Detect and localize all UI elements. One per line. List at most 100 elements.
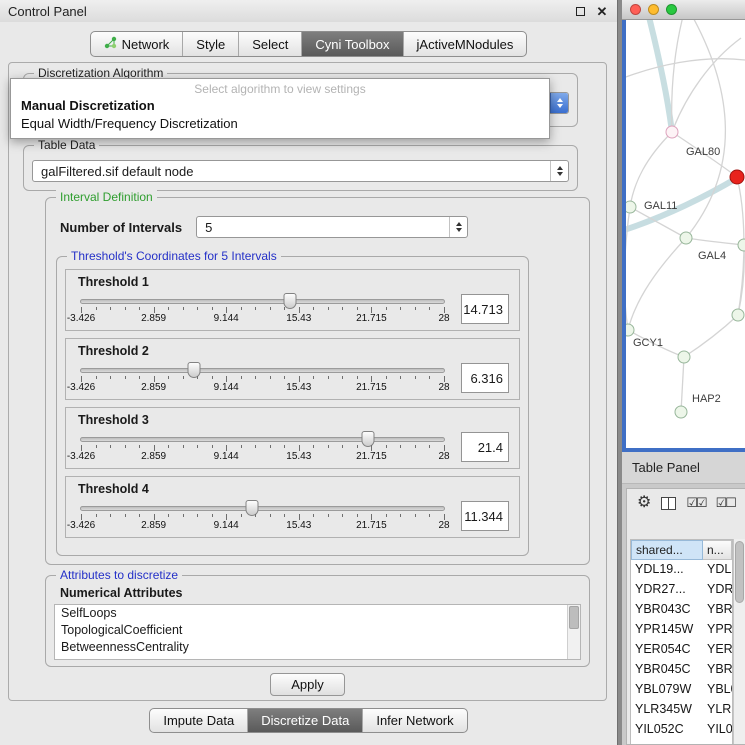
network-node[interactable] (675, 406, 688, 419)
cell[interactable]: YBR045C (631, 660, 703, 680)
threshold-1-panel: Threshold 1 -3.4262.8599.14415.4321.7152… (65, 269, 520, 331)
network-node[interactable] (622, 324, 635, 337)
cell[interactable]: YDR2 (703, 580, 732, 600)
cell[interactable]: YER054C (631, 640, 703, 660)
tab-jactivemnodules[interactable]: jActiveMNodules (404, 32, 527, 56)
tick-mark (125, 445, 126, 448)
threshold-2-slider[interactable]: -3.4262.8599.14415.4321.71528 (78, 360, 447, 396)
dropdown-option-equal-width-frequency[interactable]: Equal Width/Frequency Discretization (11, 115, 549, 133)
tick-mark (255, 307, 256, 310)
cell[interactable]: YPR145W (631, 620, 703, 640)
scrollbar-thumb[interactable] (735, 541, 744, 603)
network-node[interactable] (678, 351, 691, 364)
table-row[interactable]: YPR145WYPR1 (631, 620, 732, 640)
zoom-traffic-light-icon[interactable] (666, 4, 677, 15)
network-node[interactable] (624, 201, 637, 214)
tab-impute-data[interactable]: Impute Data (150, 709, 248, 732)
slider-track[interactable] (80, 299, 445, 304)
column-header-shared-name[interactable]: shared... (631, 540, 703, 560)
cell[interactable]: YBR043C (631, 600, 703, 620)
network-node[interactable] (666, 126, 679, 139)
group-title: Interval Definition (56, 190, 157, 204)
tab-infer-network[interactable]: Infer Network (363, 709, 466, 732)
threshold-3-slider[interactable]: -3.4262.8599.14415.4321.71528 (78, 429, 447, 465)
cell[interactable]: YLR3 (703, 700, 732, 720)
tab-discretize-data[interactable]: Discretize Data (248, 709, 363, 732)
cell[interactable]: YBR0 (703, 660, 732, 680)
cell[interactable]: YIL052C (631, 720, 703, 740)
slider-track[interactable] (80, 506, 445, 511)
tick-mark (386, 445, 387, 448)
close-traffic-light-icon[interactable] (630, 4, 641, 15)
cell[interactable]: YIL0 (703, 720, 732, 740)
select-all-checkboxes-icon[interactable]: ☑☑ (686, 495, 705, 511)
network-node[interactable] (680, 232, 693, 245)
slider-track[interactable] (80, 368, 445, 373)
combo-stepper-icon[interactable] (449, 217, 467, 237)
cell[interactable]: YBR0 (703, 600, 732, 620)
network-node-label: GAL80 (686, 146, 720, 158)
threshold-value-field[interactable]: 21.4 (461, 432, 509, 462)
list-item[interactable]: TopologicalCoefficient (55, 622, 580, 639)
close-icon[interactable]: ✕ (595, 4, 609, 18)
tab-style[interactable]: Style (183, 32, 239, 56)
network-canvas[interactable]: GAL80GAL11GAL4GCY1HAP2 (626, 20, 745, 448)
threshold-value-field[interactable]: 11.344 (461, 501, 509, 531)
threshold-value-field[interactable]: 14.713 (461, 294, 509, 324)
cell[interactable]: YDL1 (703, 560, 732, 580)
list-item[interactable]: SelfLoops (55, 605, 580, 622)
table-row[interactable]: YDR27...YDR2 (631, 580, 732, 600)
minimize-traffic-light-icon[interactable] (648, 4, 659, 15)
cell[interactable]: YER0 (703, 640, 732, 660)
table-row[interactable]: YER054CYER0 (631, 640, 732, 660)
table-scrollbar[interactable] (733, 539, 745, 744)
table-row[interactable]: YDL19...YDL1 (631, 560, 732, 580)
tick-mark (183, 445, 184, 448)
slider-track[interactable] (80, 437, 445, 442)
threshold-value-field[interactable]: 6.316 (461, 363, 509, 393)
float-window-icon[interactable] (573, 4, 587, 18)
table-data-combobox[interactable]: galFiltered.sif default node (32, 160, 569, 182)
table-row[interactable]: YIL052CYIL0 (631, 720, 732, 740)
cell[interactable]: YBL079W (631, 680, 703, 700)
network-node[interactable] (732, 309, 745, 322)
tick-mark (415, 307, 416, 310)
combo-stepper-icon[interactable] (550, 161, 568, 181)
apply-button[interactable]: Apply (270, 673, 345, 696)
column-header-name[interactable]: n... (703, 540, 732, 560)
tab-label: Impute Data (163, 713, 234, 728)
tick-mark (183, 514, 184, 517)
list-item[interactable]: BetweennessCentrality (55, 639, 580, 656)
gear-icon[interactable]: ⚙ (637, 495, 651, 511)
table-row[interactable]: YBR043CYBR0 (631, 600, 732, 620)
list-scrollbar[interactable] (567, 605, 580, 659)
network-node[interactable] (730, 170, 745, 185)
tab-network[interactable]: Network (91, 32, 184, 56)
table-row[interactable]: YBR045CYBR0 (631, 660, 732, 680)
tab-select[interactable]: Select (239, 32, 302, 56)
tab-label: jActiveMNodules (417, 37, 514, 52)
threshold-4-slider[interactable]: -3.4262.8599.14415.4321.71528 (78, 498, 447, 534)
table-row[interactable]: YBL079WYBL0 (631, 680, 732, 700)
scrollbar-thumb[interactable] (569, 606, 579, 629)
numerical-attributes-label: Numerical Attributes (60, 586, 182, 600)
tick-mark (342, 445, 343, 448)
select-some-checkboxes-icon[interactable]: ☑☐ (716, 495, 735, 511)
table-row[interactable]: YLR345WYLR3 (631, 700, 732, 720)
dropdown-option-manual-discretization[interactable]: Manual Discretization (11, 97, 549, 115)
threshold-1-slider[interactable]: -3.4262.8599.14415.4321.71528 (78, 291, 447, 327)
tick-mark (400, 307, 401, 310)
combo-stepper-icon[interactable] (550, 93, 568, 113)
cell[interactable]: YPR1 (703, 620, 732, 640)
cell[interactable]: YDL19... (631, 560, 703, 580)
numerical-attributes-list[interactable]: SelfLoops TopologicalCoefficient Between… (54, 604, 581, 660)
columns-icon[interactable] (661, 497, 676, 510)
cell[interactable]: YBL0 (703, 680, 732, 700)
cell[interactable]: YLR345W (631, 700, 703, 720)
cell[interactable]: YDR27... (631, 580, 703, 600)
network-node[interactable] (738, 239, 745, 252)
tick-mark (212, 376, 213, 379)
tick-mark (255, 445, 256, 448)
tab-cyni-toolbox[interactable]: Cyni Toolbox (302, 32, 403, 56)
number-of-intervals-combobox[interactable]: 5 (196, 216, 468, 238)
